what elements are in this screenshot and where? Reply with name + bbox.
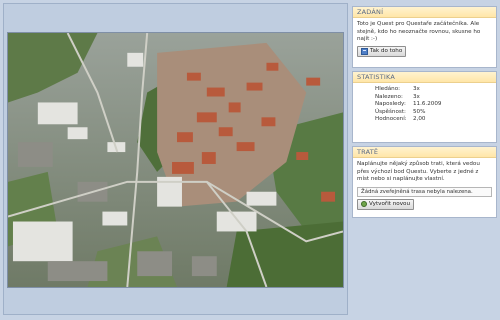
routes-body: Naplánujte nějaký způsob trati, která ve… — [353, 158, 496, 214]
routes-status: Žádná zveřejněná trasa nebyla nalezena. — [357, 186, 492, 197]
stat-label: Hledáno: — [375, 86, 401, 92]
stat-label: Naposledy: — [375, 101, 406, 107]
stat-label: Úspěšnost: — [375, 108, 406, 115]
create-route-button-label: Vytvořit novou — [369, 200, 410, 207]
stat-row: Nalezeno: 3x — [357, 94, 492, 102]
routes-panel: TRATĚ Naplánujte nějaký způsob trati, kt… — [352, 146, 497, 218]
aerial-photo — [7, 32, 344, 288]
compass-icon — [361, 201, 367, 207]
stat-value: 3x — [413, 93, 420, 100]
statistics-panel: STATISTIKA Hledáno: 3x Nalezeno: 3x Napo… — [352, 71, 497, 143]
assignment-text: Toto je Quest pro Questaře začátečníka. … — [357, 21, 481, 42]
stat-value: 3x — [413, 86, 420, 92]
start-button[interactable]: Tak do toho — [357, 45, 407, 57]
start-button-label: Tak do toho — [370, 47, 403, 54]
stat-value: 50% — [413, 108, 426, 115]
stat-label: Nalezeno: — [375, 93, 403, 100]
photo-frame — [3, 3, 348, 315]
assignment-panel: ZADÁNÍ Toto je Quest pro Questaře začáte… — [352, 6, 497, 68]
assignment-header: ZADÁNÍ — [353, 7, 496, 18]
assignment-body: Toto je Quest pro Questaře začátečníka. … — [353, 18, 496, 61]
stat-row: Úspěšnost: 50% — [357, 109, 492, 117]
stat-row: Hledáno: 3x — [357, 86, 492, 94]
sidebar: ZADÁNÍ Toto je Quest pro Questaře začáte… — [352, 3, 497, 315]
routes-text: Naplánujte nějaký způsob trati, která ve… — [357, 161, 480, 182]
statistics-body: Hledáno: 3x Nalezeno: 3x Naposledy: 11.6… — [353, 83, 496, 127]
stat-row: Naposledy: 11.6.2009 — [357, 101, 492, 109]
stat-row: Hodnocení: 2,00 — [357, 116, 492, 124]
routes-header: TRATĚ — [353, 147, 496, 158]
aerial-town-image — [8, 33, 343, 287]
stat-value: 11.6.2009 — [413, 101, 442, 107]
map-icon — [361, 47, 368, 55]
statistics-header: STATISTIKA — [353, 72, 496, 83]
stat-value: 2,00 — [413, 116, 426, 122]
stat-label: Hodnocení: — [375, 116, 407, 122]
create-route-button[interactable]: Vytvořit novou — [357, 198, 414, 210]
